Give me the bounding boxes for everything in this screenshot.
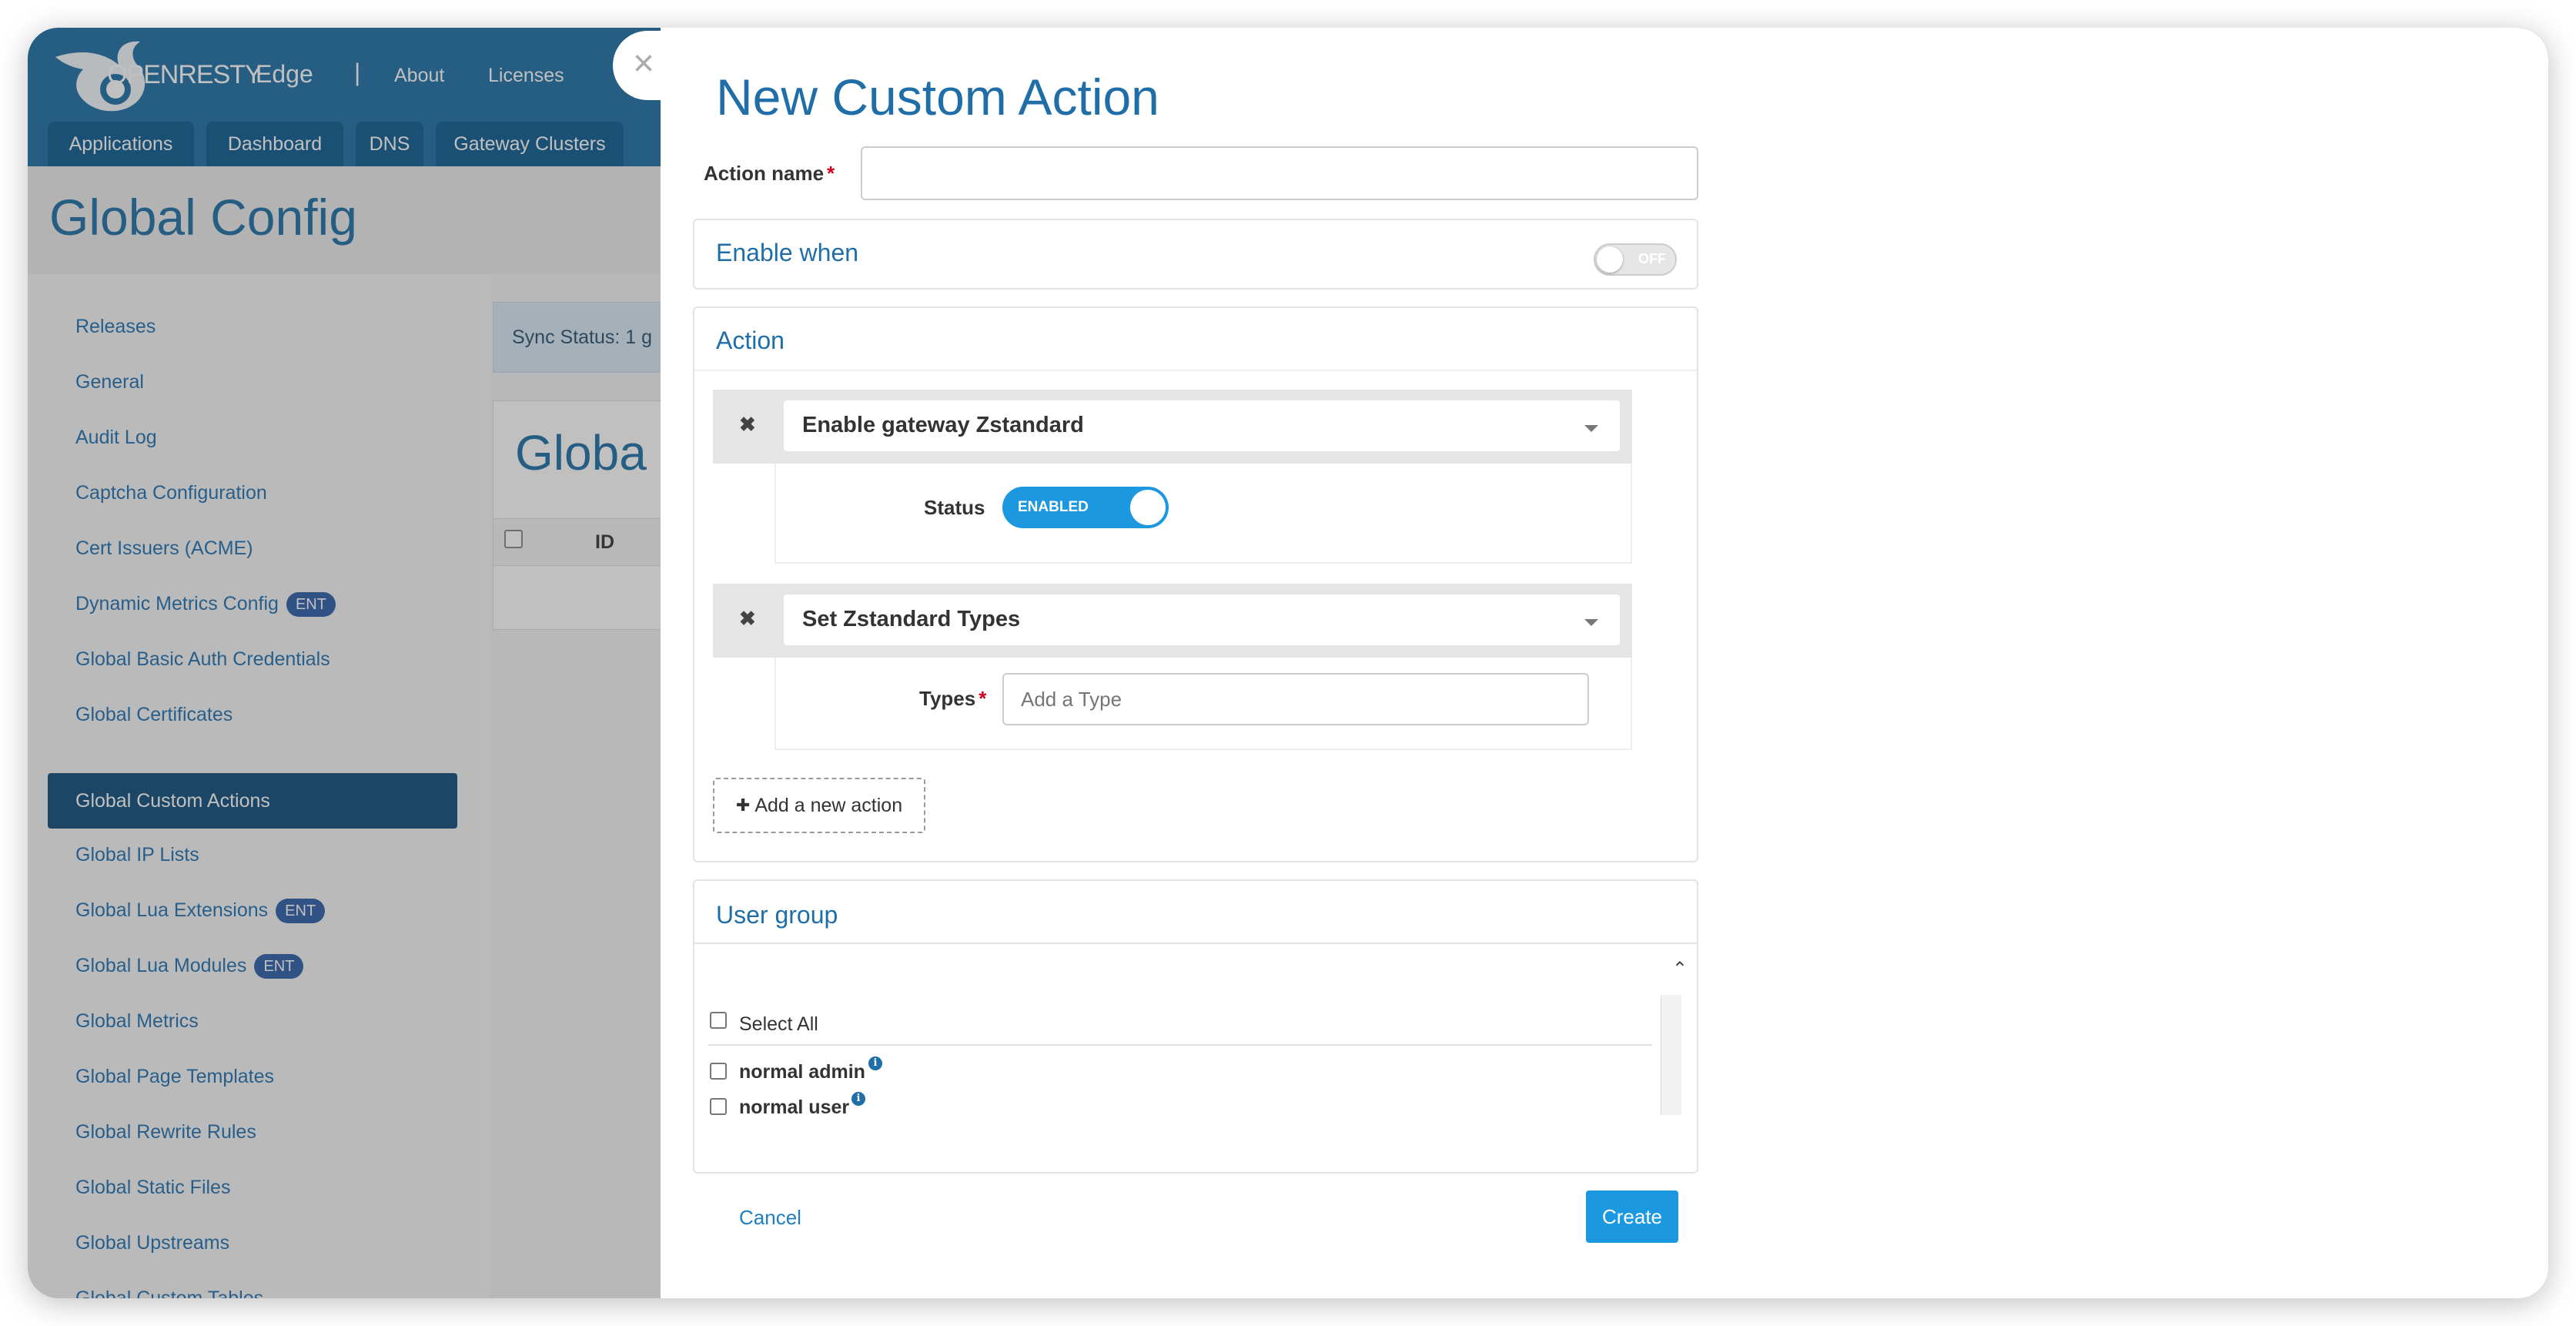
group-checkbox[interactable] bbox=[710, 1063, 727, 1080]
action-type-value: Enable gateway Zstandard bbox=[802, 413, 1084, 437]
scrollbar[interactable] bbox=[1661, 995, 1681, 1115]
info-icon[interactable]: i bbox=[851, 1092, 865, 1106]
new-custom-action-panel: New Custom Action Action name * Enable wh… bbox=[661, 28, 2548, 1298]
enable-when-toggle[interactable]: OFF bbox=[1594, 243, 1677, 276]
toggle-text: ENABLED bbox=[1018, 499, 1089, 515]
select-all-label: Select All bbox=[739, 1013, 818, 1035]
add-new-action-button[interactable]: ✚ Add a new action bbox=[713, 778, 925, 833]
action-item-header: ✖ Set Zstandard Types bbox=[713, 584, 1632, 658]
toggle-knob bbox=[1597, 246, 1623, 273]
action-item-body: Status ENABLED bbox=[774, 464, 1632, 564]
status-toggle[interactable]: ENABLED bbox=[1002, 487, 1169, 528]
action-name-label: Action name * bbox=[704, 162, 835, 185]
action-item-header: ✖ Enable gateway Zstandard bbox=[713, 390, 1632, 464]
action-section: Action ✖ Enable gateway Zstandard Status… bbox=[693, 306, 1698, 862]
divider bbox=[694, 943, 1697, 944]
types-label: Types * bbox=[919, 687, 987, 710]
remove-action-icon[interactable]: ✖ bbox=[739, 607, 756, 631]
action-type-value: Set Zstandard Types bbox=[802, 607, 1021, 631]
toggle-text: OFF bbox=[1638, 251, 1666, 266]
action-section-title: Action bbox=[716, 326, 785, 354]
chevron-down-icon bbox=[1584, 425, 1598, 432]
select-all-checkbox[interactable] bbox=[710, 1012, 727, 1029]
plus-icon: ✚ bbox=[735, 795, 751, 815]
user-group-section: User group ⌃ Select All normal admin i n… bbox=[693, 879, 1698, 1174]
collapse-icon[interactable]: ⌃ bbox=[1672, 958, 1688, 980]
divider bbox=[708, 1044, 1652, 1046]
group-label: normal admin bbox=[739, 1061, 865, 1083]
browser-window: OPENRESTY Edge | About Licenses Applicat… bbox=[28, 28, 2548, 1298]
remove-action-icon[interactable]: ✖ bbox=[739, 413, 756, 437]
divider bbox=[694, 370, 1697, 371]
chevron-down-icon bbox=[1584, 619, 1598, 626]
enable-when-section: Enable when OFF bbox=[693, 219, 1698, 290]
group-checkbox[interactable] bbox=[710, 1098, 727, 1115]
cancel-button[interactable]: Cancel bbox=[739, 1206, 801, 1230]
action-item-body: Types * bbox=[774, 658, 1632, 750]
types-input[interactable] bbox=[1002, 673, 1589, 725]
action-type-select[interactable]: Enable gateway Zstandard bbox=[784, 400, 1620, 451]
create-button[interactable]: Create bbox=[1586, 1190, 1678, 1243]
user-group-title: User group bbox=[716, 901, 838, 929]
enable-when-title: Enable when bbox=[716, 239, 859, 266]
group-label: normal user bbox=[739, 1097, 850, 1118]
modal-title: New Custom Action bbox=[716, 69, 1159, 126]
action-name-input[interactable] bbox=[861, 146, 1698, 200]
toggle-knob bbox=[1130, 490, 1166, 525]
action-type-select[interactable]: Set Zstandard Types bbox=[784, 594, 1620, 645]
info-icon[interactable]: i bbox=[868, 1056, 882, 1070]
status-label: Status bbox=[924, 496, 985, 519]
